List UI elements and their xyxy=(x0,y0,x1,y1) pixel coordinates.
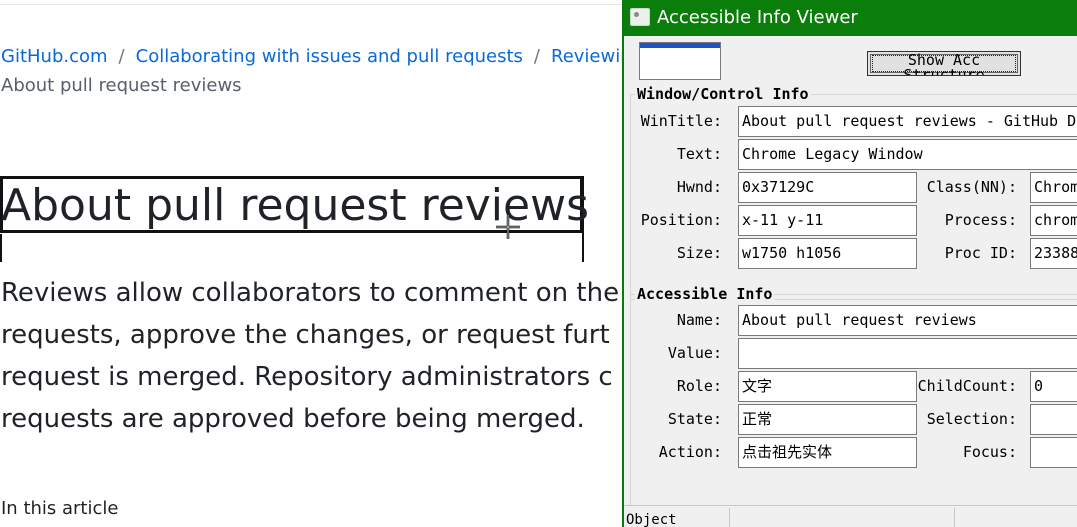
class-field[interactable]: Chrom xyxy=(1030,172,1077,203)
window-client-area: Show Acc Structure Window/Control Info W… xyxy=(624,36,1077,527)
action-label: Action: xyxy=(658,443,722,461)
selection-label: Selection: xyxy=(926,410,1017,428)
procid-label: Proc ID: xyxy=(944,244,1017,262)
breadcrumb-separator: / xyxy=(118,46,125,67)
status-divider xyxy=(954,508,955,527)
wintitle-label: WinTitle: xyxy=(640,112,722,130)
breadcrumb-link-collaborating[interactable]: Collaborating with issues and pull reque… xyxy=(136,46,523,67)
size-field[interactable]: w1750 h1056 xyxy=(738,238,917,269)
name-field[interactable]: About pull request reviews xyxy=(738,305,1077,336)
procid-field[interactable]: 23388 xyxy=(1030,238,1077,269)
state-field[interactable]: 正常 xyxy=(738,404,917,435)
position-label: Position: xyxy=(640,211,722,229)
breadcrumb-current[interactable]: About pull request reviews xyxy=(1,72,242,100)
accessible-info-viewer-window: Accessible Info Viewer Show Acc Structur… xyxy=(622,0,1077,527)
process-label: Process: xyxy=(944,211,1017,229)
toc-heading: In this article xyxy=(1,498,119,519)
header-divider xyxy=(0,4,640,5)
text-field[interactable]: Chrome Legacy Window xyxy=(738,139,1077,170)
window-finder-preview[interactable] xyxy=(639,42,721,80)
class-label: Class(NN): xyxy=(926,178,1017,196)
action-field[interactable]: 点击祖先实体 xyxy=(738,437,917,468)
show-acc-structure-button[interactable]: Show Acc Structure xyxy=(867,51,1021,76)
intro-line: request is merged. Repository administra… xyxy=(1,362,613,392)
role-field[interactable]: 文字 xyxy=(738,371,917,402)
status-text: Object xyxy=(626,512,677,527)
status-bar: Object xyxy=(624,505,1077,527)
focus-field[interactable] xyxy=(1030,437,1077,468)
window-title: Accessible Info Viewer xyxy=(657,7,858,28)
focus-rectangle xyxy=(872,55,1016,72)
focus-label: Focus: xyxy=(962,443,1017,461)
hwnd-label: Hwnd: xyxy=(676,178,722,196)
role-label: Role: xyxy=(676,377,722,395)
hwnd-field[interactable]: 0x37129C xyxy=(738,172,917,203)
text-label: Text: xyxy=(676,145,722,163)
name-label: Name: xyxy=(676,311,722,329)
intro-line: requests, approve the changes, or reques… xyxy=(1,320,610,350)
size-label: Size: xyxy=(676,244,722,262)
childcount-label: ChildCount: xyxy=(917,377,1017,395)
selection-field[interactable] xyxy=(1030,404,1077,435)
childcount-field[interactable]: 0 xyxy=(1030,371,1077,402)
intro-line: requests are approved before being merge… xyxy=(1,404,585,434)
crosshair-cursor-icon xyxy=(496,215,520,239)
window-titlebar[interactable]: Accessible Info Viewer xyxy=(624,0,1077,36)
accessible-info-title: Accessible Info xyxy=(635,285,775,303)
state-label: State: xyxy=(667,410,722,428)
wintitle-field[interactable]: About pull request reviews - GitHub Do xyxy=(738,106,1077,137)
status-divider xyxy=(729,508,730,527)
value-label: Value: xyxy=(667,344,722,362)
value-field[interactable] xyxy=(738,338,1077,369)
position-field[interactable]: x-11 y-11 xyxy=(738,205,917,236)
highlight-frame-edge xyxy=(0,234,2,262)
intro-paragraph: Reviews allow collaborators to comment o… xyxy=(1,272,641,440)
app-icon xyxy=(630,8,650,26)
breadcrumb-link-github[interactable]: GitHub.com xyxy=(1,46,108,67)
window-control-info-title: Window/Control Info xyxy=(635,85,811,103)
intro-line: Reviews allow collaborators to comment o… xyxy=(1,278,620,308)
process-field[interactable]: chrom xyxy=(1030,205,1077,236)
breadcrumb-separator: / xyxy=(533,46,540,67)
preview-titlebar xyxy=(640,43,720,48)
breadcrumb: GitHub.com / Collaborating with issues and… xyxy=(1,43,643,71)
